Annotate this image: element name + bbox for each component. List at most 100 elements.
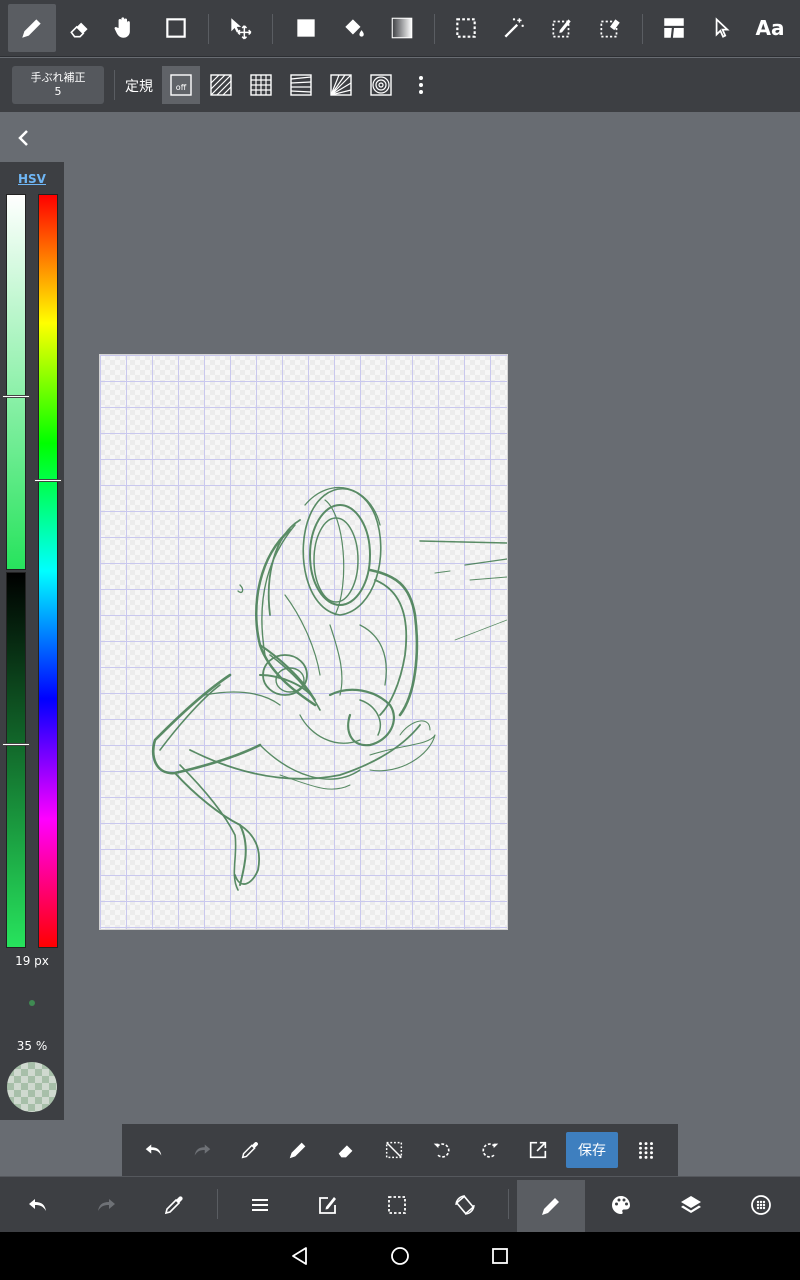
bottom-toolbar bbox=[0, 1176, 800, 1232]
quick-rotate-left-button[interactable] bbox=[422, 1130, 462, 1170]
square-outline-icon bbox=[166, 18, 186, 38]
undo-icon bbox=[29, 1199, 46, 1211]
redo-icon bbox=[98, 1199, 115, 1211]
ruler-perspective-button[interactable] bbox=[282, 66, 320, 104]
recents-icon[interactable] bbox=[488, 1244, 512, 1268]
value-slider[interactable] bbox=[6, 572, 26, 948]
material-button[interactable] bbox=[737, 1181, 785, 1229]
move-tool-button[interactable] bbox=[216, 4, 264, 52]
ruler-off-icon: off bbox=[170, 74, 192, 96]
selection-icon bbox=[456, 18, 476, 38]
saturation-slider-handle[interactable] bbox=[2, 395, 30, 399]
collapse-panel-icon[interactable] bbox=[12, 126, 36, 150]
quick-deselect-button[interactable] bbox=[374, 1130, 414, 1170]
eraser-icon bbox=[70, 22, 88, 38]
more-vert-icon bbox=[419, 76, 423, 94]
brush-size-preview bbox=[29, 1000, 35, 1006]
quick-rotate-right-button[interactable] bbox=[470, 1130, 510, 1170]
move-icon bbox=[231, 18, 252, 40]
frame-tool-button[interactable] bbox=[650, 4, 698, 52]
palette-button[interactable] bbox=[597, 1181, 645, 1229]
ruler-grid-icon bbox=[250, 74, 272, 96]
fill-rect-tool-button[interactable] bbox=[282, 4, 330, 52]
saturation-slider[interactable] bbox=[6, 194, 26, 570]
layers-button[interactable] bbox=[667, 1181, 715, 1229]
color-mode-toggle[interactable]: HSV bbox=[0, 172, 64, 186]
drawing-canvas[interactable] bbox=[99, 354, 508, 930]
quick-pen-button[interactable] bbox=[278, 1130, 318, 1170]
rotate-canvas-icon bbox=[455, 1195, 475, 1215]
text-tool-button[interactable]: Aa bbox=[746, 4, 794, 52]
ruler-off-text: off bbox=[176, 83, 187, 92]
pen-tool-button[interactable] bbox=[8, 4, 56, 52]
select-pen-tool-button[interactable] bbox=[538, 4, 586, 52]
ruler-parallel-button[interactable] bbox=[202, 66, 240, 104]
rotate-left-icon bbox=[433, 1143, 450, 1158]
text-tool-label: Aa bbox=[755, 16, 785, 40]
selection-button[interactable] bbox=[373, 1181, 421, 1229]
selection-icon bbox=[388, 1196, 406, 1214]
menu-button[interactable] bbox=[236, 1181, 284, 1229]
undo-icon bbox=[145, 1144, 162, 1156]
quick-eyedropper-button[interactable] bbox=[230, 1130, 270, 1170]
export-icon bbox=[529, 1141, 547, 1159]
opacity-label[interactable]: 35 % bbox=[0, 1039, 64, 1053]
save-button[interactable]: 保存 bbox=[566, 1132, 618, 1168]
undo-button[interactable] bbox=[14, 1181, 62, 1229]
ruler-label: 定規 bbox=[125, 79, 153, 95]
quick-more-button[interactable] bbox=[626, 1130, 666, 1170]
main-toolbar: Aa bbox=[0, 0, 800, 57]
gradient-tool-button[interactable] bbox=[378, 4, 426, 52]
edit-icon bbox=[319, 1197, 336, 1214]
menu-icon bbox=[252, 1199, 268, 1211]
system-nav-bar bbox=[0, 1232, 800, 1280]
quick-eraser-button[interactable] bbox=[326, 1130, 366, 1170]
select-eraser-icon bbox=[600, 19, 620, 38]
ruler-off-button[interactable]: off bbox=[162, 66, 200, 104]
more-options-button[interactable] bbox=[402, 66, 440, 104]
quick-action-bar: 保存 bbox=[122, 1124, 678, 1176]
select-eraser-tool-button[interactable] bbox=[586, 4, 634, 52]
rotate-canvas-button[interactable] bbox=[441, 1181, 489, 1229]
palette-icon bbox=[612, 1196, 630, 1214]
stabilizer-button[interactable]: 手ぶれ補正 5 bbox=[12, 66, 104, 104]
magic-wand-tool-button[interactable] bbox=[490, 4, 538, 52]
ruler-grid-button[interactable] bbox=[242, 66, 280, 104]
bucket-tool-button[interactable] bbox=[330, 4, 378, 52]
rotate-right-icon bbox=[482, 1143, 499, 1158]
shape-tool-button[interactable] bbox=[152, 4, 200, 52]
current-color-swatch[interactable] bbox=[7, 1062, 57, 1112]
brush-button[interactable] bbox=[517, 1180, 585, 1232]
back-icon[interactable] bbox=[288, 1244, 312, 1268]
hand-tool-button[interactable] bbox=[100, 4, 148, 52]
gradient-icon bbox=[391, 17, 413, 39]
hue-slider[interactable] bbox=[38, 194, 58, 948]
edit-button[interactable] bbox=[304, 1181, 352, 1229]
quick-export-button[interactable] bbox=[518, 1130, 558, 1170]
brush-size-label[interactable]: 19 px bbox=[0, 954, 64, 968]
pointer-icon bbox=[715, 17, 730, 38]
quick-undo-button[interactable] bbox=[134, 1130, 174, 1170]
eyedropper-icon bbox=[241, 1142, 258, 1159]
hue-slider-handle[interactable] bbox=[34, 478, 62, 482]
ruler-parallel-icon bbox=[210, 74, 232, 96]
ruler-radial-button[interactable] bbox=[322, 66, 360, 104]
select-rect-tool-button[interactable] bbox=[442, 4, 490, 52]
eraser-tool-button[interactable] bbox=[56, 4, 104, 52]
brush-icon bbox=[542, 1198, 559, 1215]
ruler-concentric-button[interactable] bbox=[362, 66, 400, 104]
home-icon[interactable] bbox=[388, 1244, 412, 1268]
redo-button[interactable] bbox=[82, 1181, 130, 1229]
pen-icon bbox=[22, 19, 41, 38]
select-pen-icon bbox=[552, 19, 571, 38]
eraser-icon bbox=[338, 1145, 353, 1158]
quick-redo-button[interactable] bbox=[182, 1130, 222, 1170]
hand-icon bbox=[114, 17, 130, 38]
eyedropper-button[interactable] bbox=[150, 1181, 198, 1229]
sketch-drawing bbox=[151, 486, 507, 891]
brush-options-bar: 手ぶれ補正 5 定規 off bbox=[0, 58, 800, 112]
value-slider-handle[interactable] bbox=[2, 742, 30, 746]
color-panel: HSV 19 px 35 % bbox=[0, 162, 64, 1120]
operation-tool-button[interactable] bbox=[698, 4, 746, 52]
frame-divider-icon bbox=[664, 18, 684, 38]
